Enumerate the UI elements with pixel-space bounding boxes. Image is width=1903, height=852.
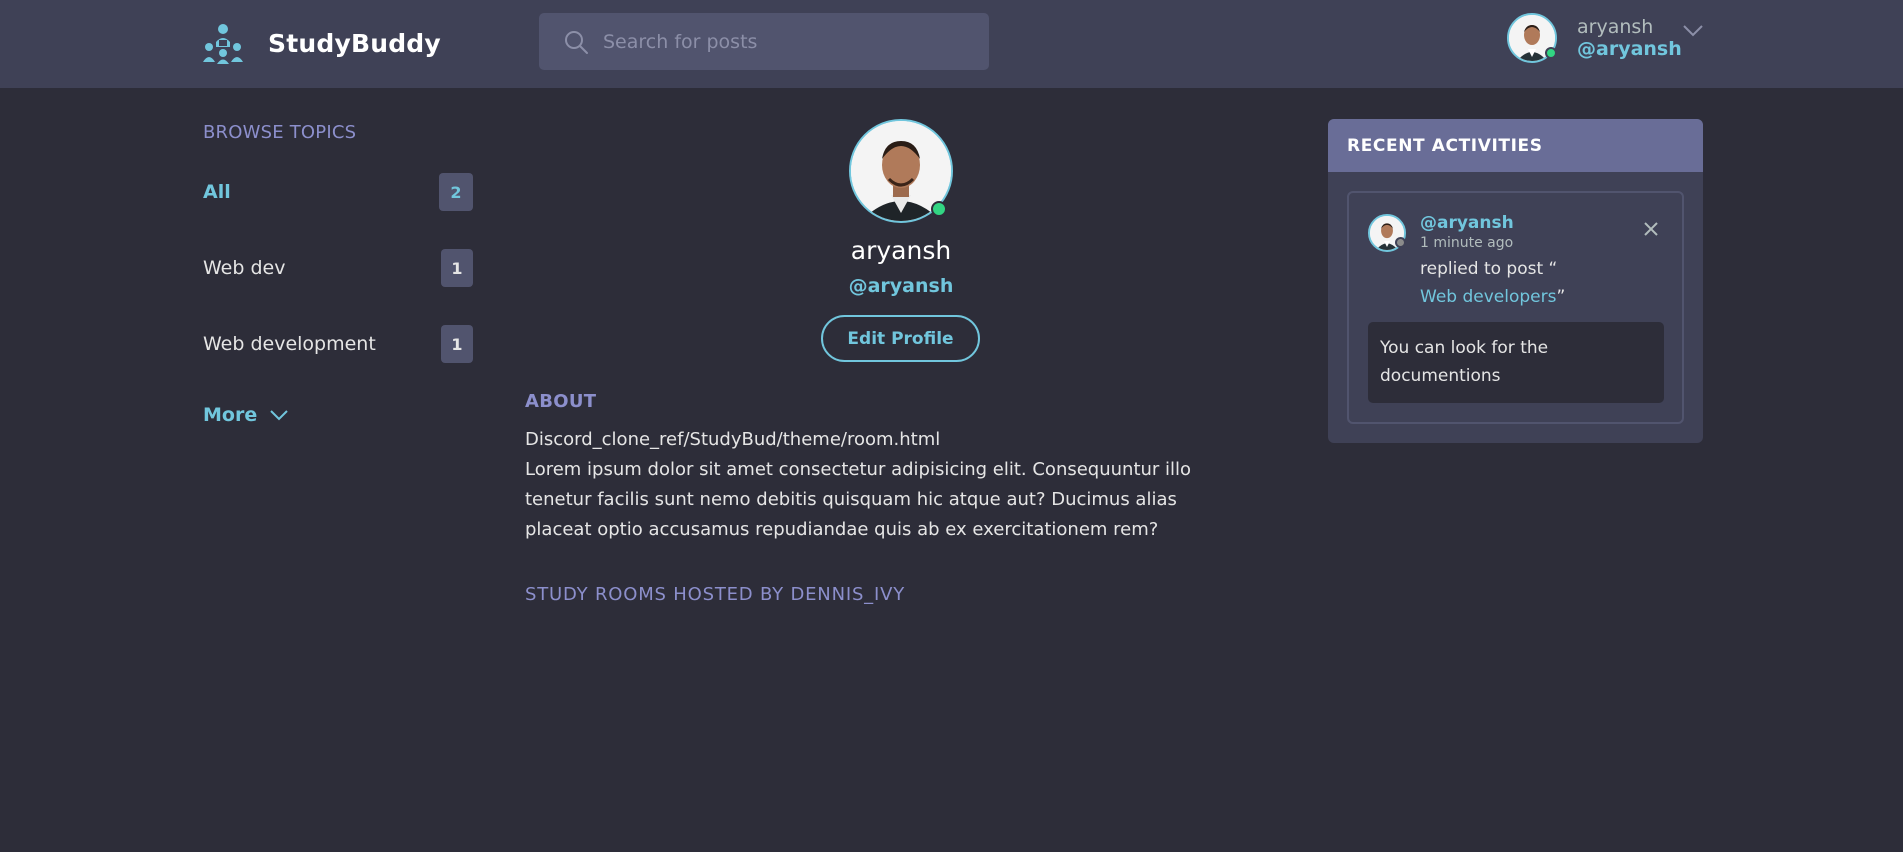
activity-timestamp: 1 minute ago: [1420, 235, 1514, 251]
topic-item-all[interactable]: All 2: [203, 172, 473, 212]
user-name: aryansh: [1577, 16, 1654, 38]
user-handle: @aryansh: [1577, 38, 1682, 60]
offline-status-icon: [1395, 237, 1406, 248]
online-status-icon: [1545, 47, 1557, 59]
chevron-down-icon: [270, 410, 288, 421]
search-bar[interactable]: [539, 13, 989, 70]
search-input[interactable]: [603, 30, 963, 53]
online-status-icon: [931, 201, 947, 217]
profile-handle: @aryansh: [848, 275, 954, 297]
chevron-down-icon[interactable]: [1682, 24, 1704, 38]
close-icon[interactable]: [1643, 221, 1659, 237]
search-icon: [565, 30, 588, 54]
topic-label: Web development: [203, 333, 376, 355]
browse-topics-title: BROWSE TOPICS: [203, 122, 357, 143]
avatar[interactable]: [1507, 13, 1557, 63]
user-menu[interactable]: aryansh @aryansh: [1507, 13, 1682, 63]
activity-user-handle[interactable]: @aryansh: [1420, 213, 1514, 233]
topic-label: Web dev: [203, 257, 286, 279]
app-name: StudyBuddy: [268, 28, 441, 58]
about-title: ABOUT: [525, 391, 597, 412]
recent-activities-panel: RECENT ACTIVITIES @aryansh 1 minute ago …: [1328, 119, 1703, 443]
activity-item: @aryansh 1 minute ago replied to post “ …: [1347, 191, 1684, 424]
topic-item-web-development[interactable]: Web development 1: [203, 324, 473, 364]
profile-name: aryansh: [850, 236, 952, 265]
about-text: Discord_clone_ref/StudyBud/theme/room.ht…: [525, 425, 1245, 545]
activity-post-line: Web developers”: [1420, 287, 1565, 307]
topic-count-badge: 1: [441, 249, 473, 287]
activity-quote-close: ”: [1556, 287, 1566, 307]
about-line: Discord_clone_ref/StudyBud/theme/room.ht…: [525, 429, 941, 450]
avatar[interactable]: [1368, 214, 1406, 252]
study-rooms-title: STUDY ROOMS HOSTED BY DENNIS_IVY: [525, 584, 905, 605]
profile-avatar: [849, 119, 953, 223]
activity-action: replied to post “: [1420, 259, 1558, 279]
more-topics-button[interactable]: More: [203, 404, 289, 426]
about-line: Lorem ipsum dolor sit amet consectetur a…: [525, 459, 1192, 540]
edit-profile-button[interactable]: Edit Profile: [821, 315, 980, 362]
topic-count-badge: 1: [441, 325, 473, 363]
recent-activities-title: RECENT ACTIVITIES: [1328, 119, 1703, 172]
topic-item-web-dev[interactable]: Web dev 1: [203, 248, 473, 288]
top-navbar: StudyBuddy aryansh @aryansh: [0, 0, 1903, 88]
more-label: More: [203, 404, 258, 426]
activity-post-link[interactable]: Web developers: [1420, 287, 1556, 307]
logo-icon: [203, 24, 243, 64]
app-logo[interactable]: StudyBuddy: [202, 20, 441, 66]
activity-message: You can look for the documentions: [1368, 322, 1664, 403]
topic-count-badge: 2: [439, 173, 473, 211]
topic-label: All: [203, 181, 231, 203]
